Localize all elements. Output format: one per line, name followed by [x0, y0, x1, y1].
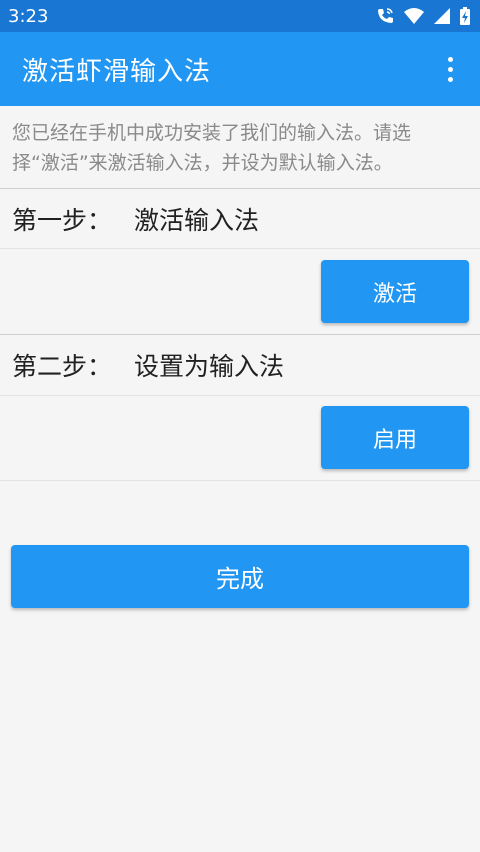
divider — [0, 480, 480, 481]
step-2-label: 设置为输入法 — [134, 352, 285, 381]
overflow-menu-icon[interactable] — [438, 49, 462, 89]
step-1-title: 第一步： 激活输入法 — [12, 189, 259, 249]
activate-button[interactable]: 激活 — [321, 260, 469, 323]
step-2-title: 第二步： 设置为输入法 — [12, 335, 284, 395]
description-line-1: 您已经在手机中成功安装了我们的输入法。请选 — [12, 122, 412, 144]
status-time: 3:23 — [8, 5, 49, 27]
divider — [0, 395, 480, 396]
signal-icon — [434, 8, 450, 24]
step-2-prefix: 第二步： — [12, 352, 113, 381]
done-button[interactable]: 完成 — [11, 545, 469, 608]
step-1-label: 激活输入法 — [134, 206, 260, 235]
app-title: 激活虾滑输入法 — [22, 56, 212, 87]
description-line-2: 择“激活”来激活输入法，并设为默认输入法。 — [12, 152, 393, 174]
step-1-prefix: 第一步： — [12, 206, 113, 235]
status-bar: 3:23 — [0, 0, 480, 32]
wifi-icon — [404, 8, 424, 24]
status-icons — [376, 7, 470, 25]
wifi-calling-icon — [376, 7, 394, 25]
app-bar: 激活虾滑输入法 — [0, 32, 480, 106]
description-text: 您已经在手机中成功安装了我们的输入法。请选 择“激活”来激活输入法，并设为默认输… — [0, 106, 480, 188]
enable-button[interactable]: 启用 — [321, 406, 469, 469]
battery-charging-icon — [460, 7, 470, 25]
divider — [0, 248, 480, 249]
